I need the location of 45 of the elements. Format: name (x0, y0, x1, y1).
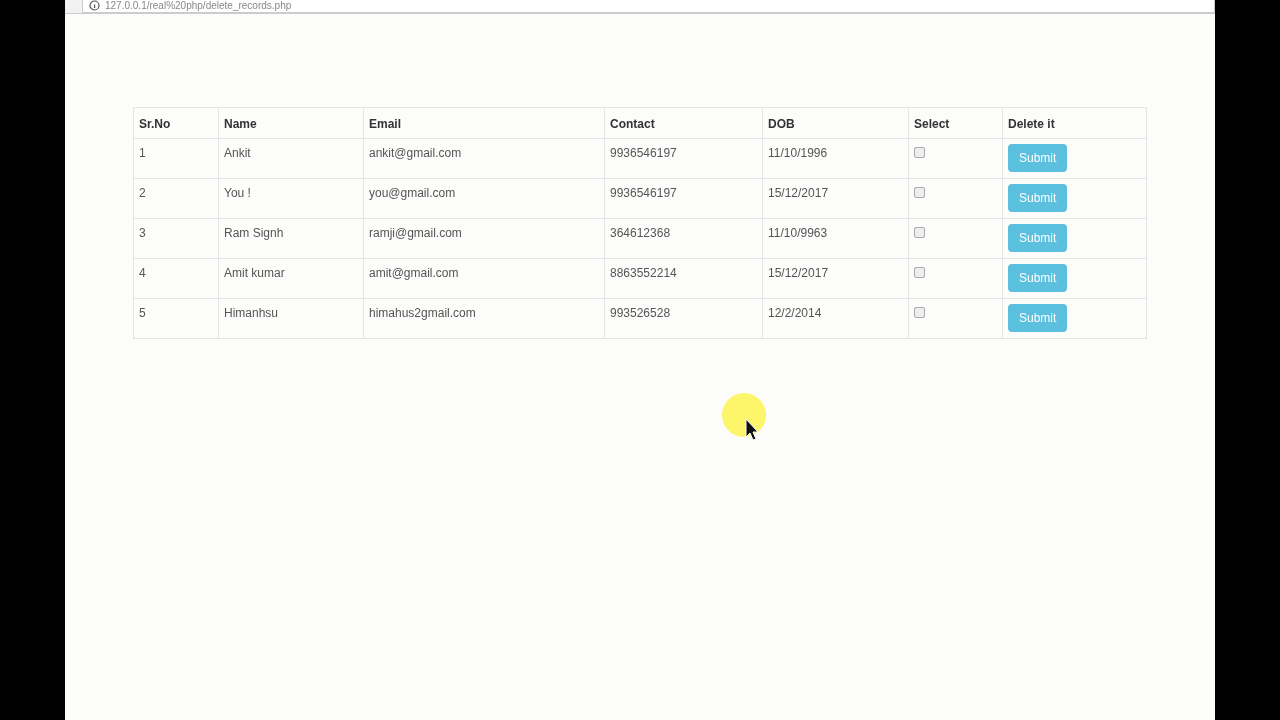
submit-button[interactable]: Submit (1008, 224, 1068, 253)
table-cell: himahus2gmail.com (363, 298, 605, 339)
checkbox[interactable] (914, 147, 925, 158)
table-cell: 5 (133, 298, 219, 339)
submit-button[interactable]: Submit (1008, 304, 1068, 333)
column-header: Email (363, 107, 605, 139)
table-cell: 364612368 (604, 218, 763, 259)
table-cell: 11/10/9963 (762, 218, 909, 259)
table-cell: 11/10/1996 (762, 138, 909, 179)
url-text: 127.0.0.1/real%20php/delete_records.php (105, 0, 292, 12)
table-cell: ramji@gmail.com (363, 218, 605, 259)
column-header: DOB (762, 107, 909, 139)
info-icon (89, 0, 100, 11)
table-cell: 15/12/2017 (762, 178, 909, 219)
table-cell: 8863552214 (604, 258, 763, 299)
checkbox[interactable] (914, 267, 925, 278)
table-cell: Ankit (218, 138, 364, 179)
table-cell: 9936546197 (604, 138, 763, 179)
column-header: Sr.No (133, 107, 219, 139)
table-cell: 2 (133, 178, 219, 219)
table-cell: 12/2/2014 (762, 298, 909, 339)
table-cell: 993526528 (604, 298, 763, 339)
submit-button[interactable]: Submit (1008, 264, 1068, 293)
table-cell: Amit kumar (218, 258, 364, 299)
table-cell: 3 (133, 218, 219, 259)
column-header: Name (218, 107, 364, 139)
address-bar[interactable]: 127.0.0.1/real%20php/delete_records.php (82, 0, 1215, 13)
column-header: Select (908, 107, 1003, 139)
table-cell: Ram Signh (218, 218, 364, 259)
table-cell: you@gmail.com (363, 178, 605, 219)
table-cell: 9936546197 (604, 178, 763, 219)
table-cell: Himanhsu (218, 298, 364, 339)
submit-button[interactable]: Submit (1008, 184, 1068, 213)
checkbox[interactable] (914, 227, 925, 238)
column-header: Contact (604, 107, 763, 139)
column-header: Delete it (1002, 107, 1147, 139)
table-cell: ankit@gmail.com (363, 138, 605, 179)
checkbox[interactable] (914, 307, 925, 318)
table-cell: 4 (133, 258, 219, 299)
checkbox[interactable] (914, 187, 925, 198)
table-cell: amit@gmail.com (363, 258, 605, 299)
table-cell: 1 (133, 138, 219, 179)
submit-button[interactable]: Submit (1008, 144, 1068, 173)
table-cell: 15/12/2017 (762, 258, 909, 299)
table-cell: You ! (218, 178, 364, 219)
